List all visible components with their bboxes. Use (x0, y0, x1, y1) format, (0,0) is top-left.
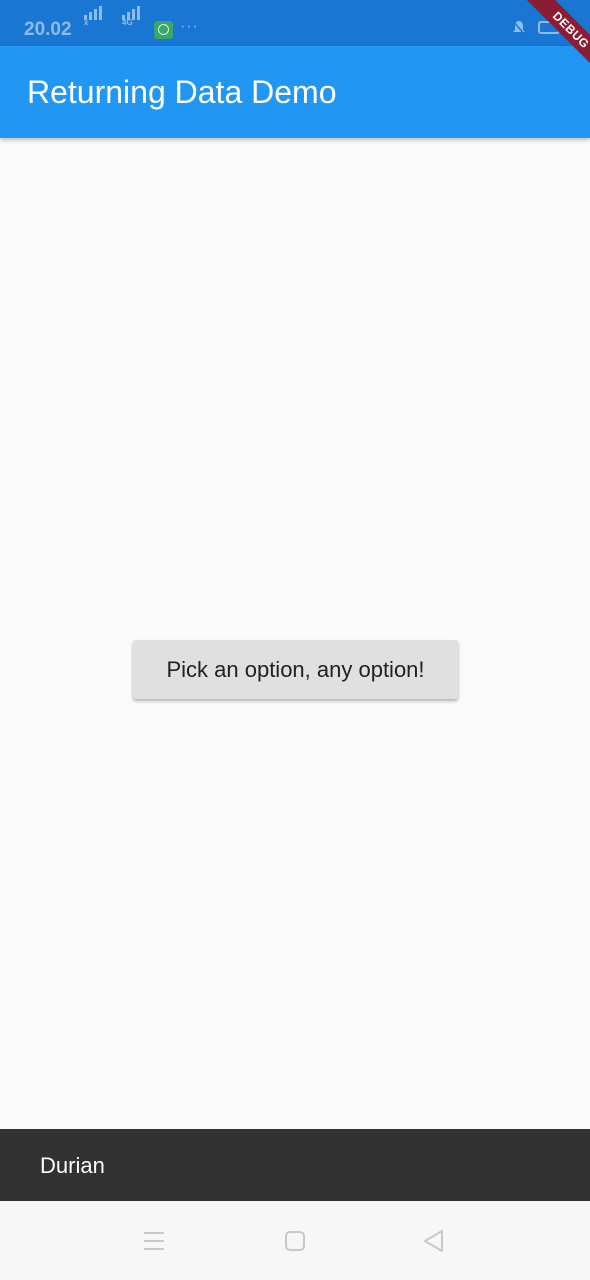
app-bar: Returning Data Demo (0, 46, 590, 138)
signal-2-label: 4G (122, 18, 133, 27)
home-square-icon[interactable] (273, 1219, 317, 1263)
main-body (0, 138, 590, 1129)
app-title: Returning Data Demo (27, 74, 337, 110)
more-dots-icon: ··· (180, 18, 199, 35)
navigation-bar (0, 1201, 590, 1280)
snackbar: Durian (0, 1129, 590, 1201)
signal-1-label: x (84, 18, 89, 27)
battery-icon (538, 21, 560, 34)
snackbar-text: Durian (40, 1153, 105, 1178)
pick-option-button[interactable]: Pick an option, any option! (133, 640, 458, 699)
status-bar: 20.02 x 4G ··· (0, 0, 590, 46)
whatsapp-icon (154, 21, 173, 39)
back-triangle-icon[interactable] (412, 1219, 456, 1263)
menu-icon[interactable] (132, 1219, 176, 1263)
status-time: 20.02 (24, 19, 72, 40)
bell-muted-icon (512, 20, 526, 36)
